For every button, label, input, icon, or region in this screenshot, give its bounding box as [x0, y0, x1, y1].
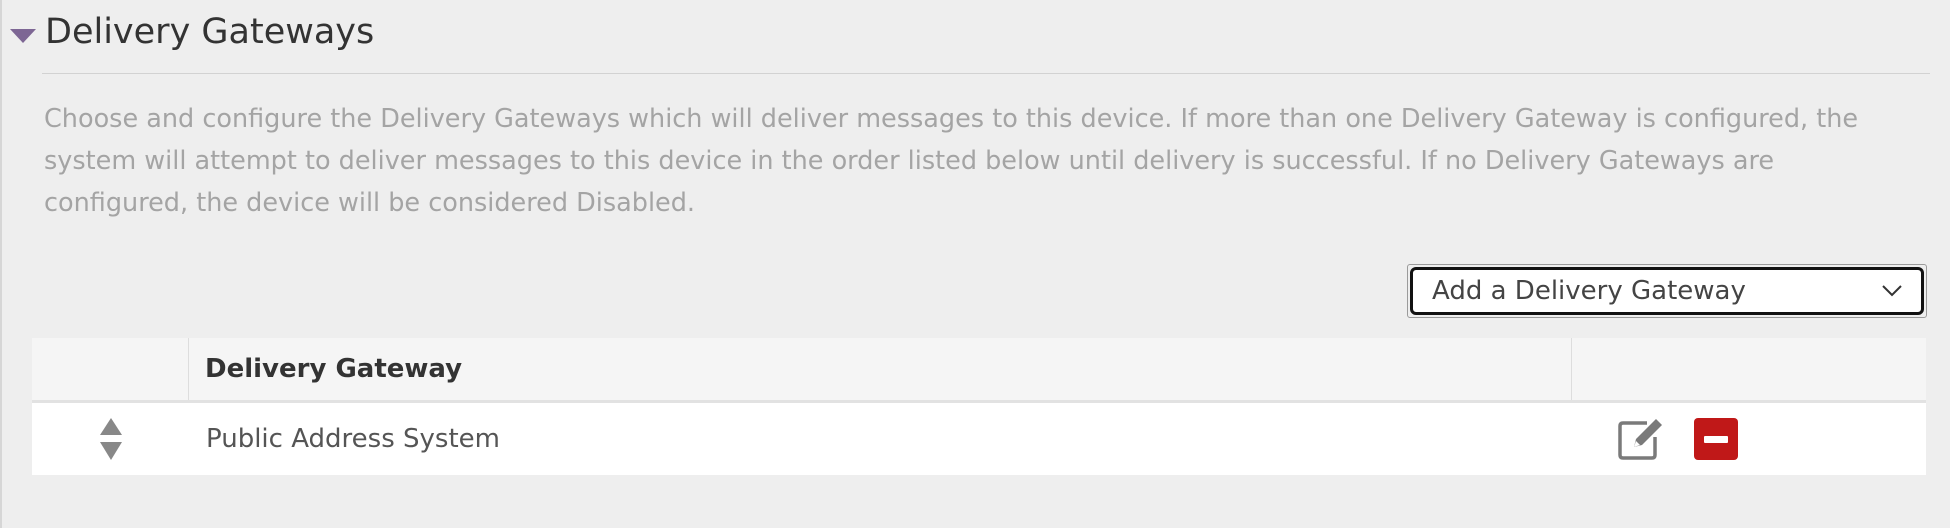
section-title: Delivery Gateways — [45, 12, 375, 52]
edit-icon[interactable] — [1617, 417, 1665, 461]
minus-icon — [1704, 435, 1728, 443]
add-gateway-select-value: Add a Delivery Gateway — [1432, 276, 1746, 306]
chevron-down-icon — [1882, 285, 1902, 297]
sort-handle-icon[interactable] — [99, 418, 123, 460]
add-gateway-select[interactable]: Add a Delivery Gateway — [1410, 267, 1924, 315]
add-gateway-select-wrapper: Add a Delivery Gateway — [1407, 264, 1927, 318]
column-header-order — [32, 338, 189, 400]
section-header[interactable]: Delivery Gateways — [10, 10, 374, 54]
gateway-name: Public Address System — [206, 424, 500, 454]
row-drag-handle[interactable] — [32, 403, 189, 475]
column-header-actions — [1572, 338, 1926, 400]
gateways-table: Delivery Gateway Public Address System — [32, 338, 1926, 475]
section-description: Choose and configure the Delivery Gatewa… — [44, 104, 1859, 218]
remove-gateway-button[interactable] — [1694, 418, 1738, 460]
row-actions — [1572, 403, 1926, 475]
section-divider — [42, 73, 1930, 74]
table-header: Delivery Gateway — [32, 338, 1926, 403]
caret-down-icon[interactable] — [10, 29, 36, 43]
delivery-gateways-panel: Delivery Gateways Choose and configure t… — [0, 0, 1950, 528]
column-header-delivery-gateway: Delivery Gateway — [189, 338, 1572, 400]
table-row: Public Address System — [32, 403, 1926, 475]
